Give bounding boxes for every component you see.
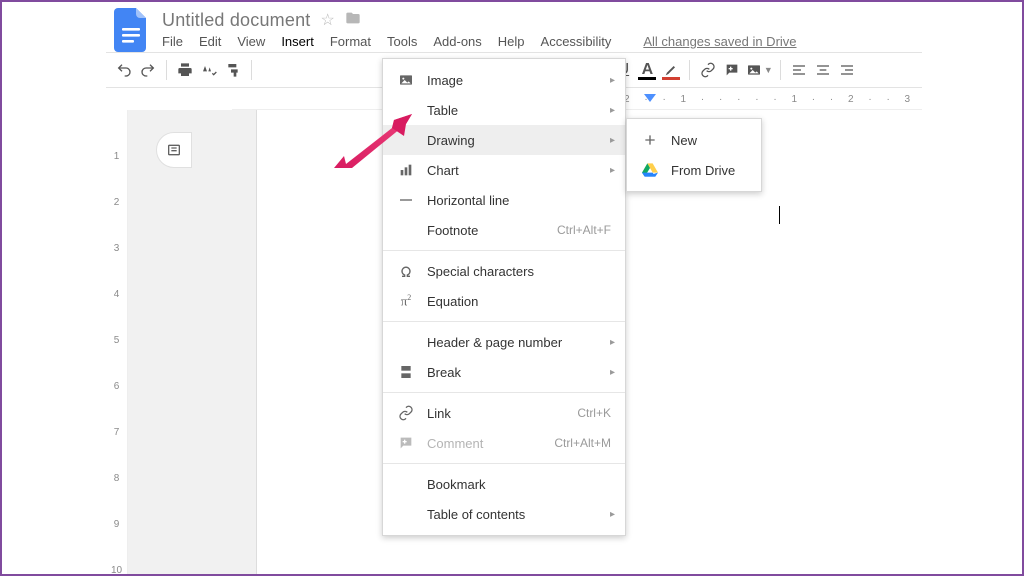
redo-button[interactable] bbox=[136, 58, 160, 82]
paint-format-button[interactable] bbox=[221, 58, 245, 82]
insert-menu-link[interactable]: Link Ctrl+K bbox=[383, 398, 625, 428]
menu-add-ons[interactable]: Add-ons bbox=[433, 34, 481, 49]
shortcut-label: Ctrl+Alt+F bbox=[557, 223, 611, 237]
insert-menu-table[interactable]: Table ▸ bbox=[383, 95, 625, 125]
document-outline-button[interactable] bbox=[156, 132, 192, 168]
print-button[interactable] bbox=[173, 58, 197, 82]
insert-link-button[interactable] bbox=[696, 58, 720, 82]
menu-format[interactable]: Format bbox=[330, 34, 371, 49]
insert-menu-item-label: Equation bbox=[427, 294, 478, 309]
insert-menu-equation[interactable]: π2 Equation bbox=[383, 286, 625, 316]
insert-menu-comment: Comment Ctrl+Alt+M bbox=[383, 428, 625, 458]
image-icon bbox=[395, 72, 417, 88]
comment-icon bbox=[395, 435, 417, 451]
submenu-item-label: From Drive bbox=[671, 163, 735, 178]
docs-app-icon[interactable] bbox=[114, 8, 148, 52]
align-left-button[interactable] bbox=[787, 58, 811, 82]
submenu-arrow-icon: ▸ bbox=[610, 105, 615, 116]
insert-menu-item-label: Table bbox=[427, 103, 458, 118]
insert-menu-item-label: Link bbox=[427, 406, 451, 421]
menu-insert[interactable]: Insert bbox=[281, 34, 314, 49]
insert-menu-footnote[interactable]: Footnote Ctrl+Alt+F bbox=[383, 215, 625, 245]
menu-help[interactable]: Help bbox=[498, 34, 525, 49]
insert-menu-header-page-number[interactable]: Header & page number ▸ bbox=[383, 327, 625, 357]
insert-menu-item-label: Bookmark bbox=[427, 477, 486, 492]
header: Untitled document ☆ File Edit View Insert Fo… bbox=[106, 2, 922, 52]
plus-icon bbox=[639, 132, 661, 148]
vertical-ruler: 12345678910 bbox=[106, 110, 128, 574]
insert-menu-image[interactable]: Image ▸ bbox=[383, 65, 625, 95]
menu-tools[interactable]: Tools bbox=[387, 34, 417, 49]
insert-menu-item-label: Comment bbox=[427, 436, 483, 451]
insert-menu-item-label: Special characters bbox=[427, 264, 534, 279]
text-cursor bbox=[779, 206, 780, 224]
insert-menu: Image ▸ Table ▸ Drawing ▸ Chart ▸ Horizontal lin… bbox=[382, 58, 626, 536]
submenu-arrow-icon: ▸ bbox=[610, 509, 615, 520]
insert-menu-bookmark[interactable]: Bookmark bbox=[383, 469, 625, 499]
insert-menu-table-of-contents[interactable]: Table of contents ▸ bbox=[383, 499, 625, 529]
submenu-arrow-icon: ▸ bbox=[610, 135, 615, 146]
folder-icon[interactable] bbox=[345, 10, 361, 31]
drive-icon bbox=[639, 162, 661, 178]
insert-comment-button[interactable] bbox=[720, 58, 744, 82]
hr-icon bbox=[395, 192, 417, 208]
indent-marker-icon[interactable] bbox=[644, 94, 656, 102]
insert-menu-item-label: Chart bbox=[427, 163, 459, 178]
link-icon bbox=[395, 405, 417, 421]
submenu-item-label: New bbox=[671, 133, 697, 148]
insert-menu-item-label: Table of contents bbox=[427, 507, 525, 522]
insert-menu-horizontal-line[interactable]: Horizontal line bbox=[383, 185, 625, 215]
menu-edit[interactable]: Edit bbox=[199, 34, 221, 49]
pi-icon: π2 bbox=[395, 293, 417, 309]
drawing-submenu-from-drive[interactable]: From Drive bbox=[627, 155, 761, 185]
insert-menu-item-label: Break bbox=[427, 365, 461, 380]
insert-menu-item-label: Image bbox=[427, 73, 463, 88]
submenu-arrow-icon: ▸ bbox=[610, 367, 615, 378]
submenu-arrow-icon: ▸ bbox=[610, 165, 615, 176]
insert-menu-item-label: Horizontal line bbox=[427, 193, 509, 208]
document-title[interactable]: Untitled document bbox=[162, 10, 310, 31]
insert-menu-item-label: Header & page number bbox=[427, 335, 562, 350]
spellcheck-button[interactable] bbox=[197, 58, 221, 82]
shortcut-label: Ctrl+Alt+M bbox=[554, 436, 611, 450]
text-color-button[interactable]: A bbox=[635, 58, 659, 82]
drawing-submenu-new[interactable]: New bbox=[627, 125, 761, 155]
submenu-arrow-icon: ▸ bbox=[610, 75, 615, 86]
menu-file[interactable]: File bbox=[162, 34, 183, 49]
insert-menu-drawing[interactable]: Drawing ▸ bbox=[383, 125, 625, 155]
submenu-arrow-icon: ▸ bbox=[610, 337, 615, 348]
menu-view[interactable]: View bbox=[237, 34, 265, 49]
shortcut-label: Ctrl+K bbox=[577, 406, 611, 420]
menu-accessibility[interactable]: Accessibility bbox=[541, 34, 612, 49]
break-icon bbox=[395, 364, 417, 380]
menubar: File Edit View Insert Format Tools Add-ons Help… bbox=[162, 32, 914, 49]
save-status[interactable]: All changes saved in Drive bbox=[643, 34, 796, 49]
star-icon[interactable]: ☆ bbox=[320, 10, 334, 30]
insert-menu-chart[interactable]: Chart ▸ bbox=[383, 155, 625, 185]
omega-icon bbox=[395, 263, 417, 279]
insert-image-button[interactable]: ▼ bbox=[744, 58, 774, 82]
undo-button[interactable] bbox=[112, 58, 136, 82]
highlight-color-button[interactable] bbox=[659, 58, 683, 82]
insert-menu-item-label: Footnote bbox=[427, 223, 478, 238]
align-right-button[interactable] bbox=[835, 58, 859, 82]
chart-icon bbox=[395, 162, 417, 178]
insert-menu-special-characters[interactable]: Special characters bbox=[383, 256, 625, 286]
insert-menu-break[interactable]: Break ▸ bbox=[383, 357, 625, 387]
insert-menu-item-label: Drawing bbox=[427, 133, 475, 148]
drawing-submenu: New From Drive bbox=[626, 118, 762, 192]
align-center-button[interactable] bbox=[811, 58, 835, 82]
